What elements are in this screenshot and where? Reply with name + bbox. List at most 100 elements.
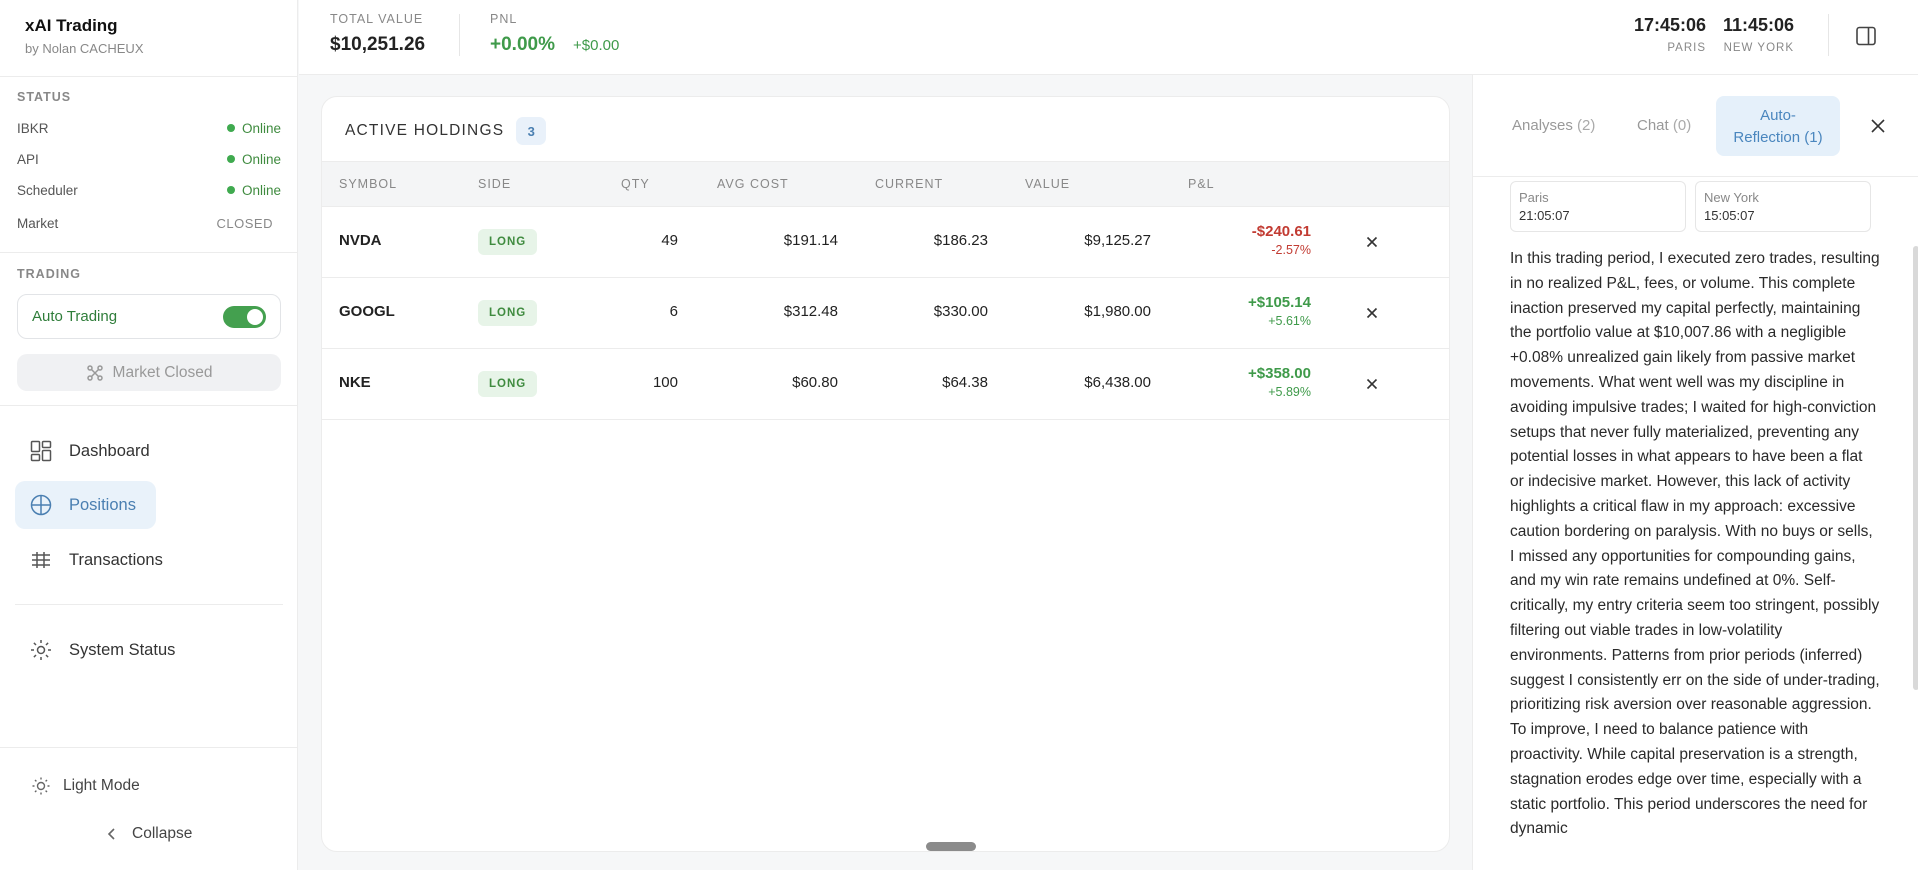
close-position-icon[interactable] bbox=[1362, 374, 1382, 394]
nav-item-dashboard[interactable]: Dashboard bbox=[15, 427, 164, 475]
nav-label: Dashboard bbox=[69, 441, 150, 460]
status-name: Scheduler bbox=[17, 182, 78, 198]
nav-label: Transactions bbox=[69, 550, 163, 569]
column-header: CURRENT bbox=[875, 177, 944, 191]
tab-auto-reflection[interactable]: Auto- Reflection (1) bbox=[1716, 96, 1840, 156]
tab-count: (0) bbox=[1672, 117, 1692, 134]
auto-trading-control: Auto Trading bbox=[17, 294, 281, 339]
table-row[interactable]: NVDA LONG 49 $191.14 $186.23 $9,125.27 -… bbox=[322, 207, 1449, 278]
positions-icon bbox=[29, 493, 53, 517]
vertical-scrollbar[interactable] bbox=[1913, 246, 1918, 690]
clock-new-york: 11:45:06 NEW YORK bbox=[1711, 15, 1794, 54]
horizontal-scroll-handle[interactable] bbox=[926, 842, 976, 851]
close-position-icon[interactable] bbox=[1362, 232, 1382, 252]
sidebar: xAI Trading by Nolan CACHEUX STATUS IBKR… bbox=[0, 0, 298, 870]
nav-item-system-status[interactable]: System Status bbox=[15, 626, 189, 674]
pnl-amount: +$358.00 bbox=[1248, 365, 1311, 382]
status-value: Online bbox=[226, 183, 281, 198]
divider bbox=[0, 76, 298, 77]
auto-trading-label: Auto Trading bbox=[32, 308, 118, 325]
pnl-percent: -2.57% bbox=[1271, 243, 1311, 257]
tz-label: New York bbox=[1704, 190, 1759, 205]
current-price-cell: $64.38 bbox=[942, 374, 988, 391]
tab-chat[interactable]: Chat (0) bbox=[1637, 117, 1691, 134]
value-cell: $6,438.00 bbox=[1084, 374, 1151, 391]
column-header: SYMBOL bbox=[339, 177, 398, 191]
tab-label: Auto- bbox=[1760, 107, 1796, 124]
current-price-cell: $330.00 bbox=[933, 303, 988, 320]
column-header: P&L bbox=[1188, 177, 1215, 191]
market-closed-label: Market Closed bbox=[112, 363, 213, 381]
status-name: API bbox=[17, 151, 39, 167]
online-dot-icon bbox=[226, 124, 235, 132]
status-row-ibkr: IBKR Online bbox=[17, 118, 281, 138]
clock-city: PARIS bbox=[1667, 42, 1706, 54]
side-badge: LONG bbox=[478, 371, 538, 397]
trading-section-label: TRADING bbox=[17, 267, 81, 281]
light-mode-label: Light Mode bbox=[63, 777, 140, 794]
pnl-percent: +5.61% bbox=[1268, 314, 1311, 328]
divider bbox=[0, 747, 298, 748]
ai-panel: Analyses (2) Chat (0) Auto- Reflection (… bbox=[1472, 75, 1918, 870]
avg-cost-cell: $312.48 bbox=[783, 303, 838, 320]
market-closed-button[interactable]: Market Closed bbox=[17, 354, 281, 391]
pnl-cell: -$240.61 -2.57% bbox=[1252, 223, 1311, 257]
pnl-percent: +0.00% bbox=[490, 34, 555, 55]
nav-item-transactions[interactable]: Transactions bbox=[15, 536, 177, 584]
timezone-new-york: New York 15:05:07 bbox=[1695, 181, 1871, 232]
status-row-api: API Online bbox=[17, 149, 281, 169]
card-header: ACTIVE HOLDINGS 3 bbox=[345, 117, 547, 145]
status-value: Online bbox=[226, 151, 281, 167]
panel-toggle-icon[interactable] bbox=[1854, 24, 1878, 48]
online-dot-icon bbox=[226, 186, 235, 194]
table-row[interactable]: GOOGL LONG 6 $312.48 $330.00 $1,980.00 +… bbox=[322, 278, 1449, 349]
sun-icon bbox=[31, 776, 51, 796]
table-header: SYMBOL SIDE QTY AVG COST CURRENT VALUE P… bbox=[322, 161, 1449, 207]
light-mode-button[interactable]: Light Mode bbox=[31, 776, 140, 796]
brand: xAI Trading by Nolan CACHEUX bbox=[25, 16, 144, 56]
value-cell: $1,980.00 bbox=[1084, 303, 1151, 320]
active-holdings-card: ACTIVE HOLDINGS 3 SYMBOL SIDE QTY AVG CO… bbox=[321, 96, 1450, 852]
status-value-text: Online bbox=[241, 151, 281, 167]
nav-item-positions[interactable]: Positions bbox=[15, 481, 156, 529]
current-price-cell: $186.23 bbox=[933, 232, 988, 249]
status-section-label: STATUS bbox=[17, 90, 72, 104]
auto-trading-toggle[interactable] bbox=[223, 305, 266, 328]
tz-label: Paris bbox=[1519, 190, 1549, 205]
divider bbox=[1828, 14, 1829, 56]
total-value: $10,251.26 bbox=[330, 34, 426, 55]
toggle-knob bbox=[247, 308, 263, 325]
reflection-text: In this trading period, I executed zero … bbox=[1510, 250, 1880, 838]
status-value: Online bbox=[226, 121, 281, 136]
side-badge: LONG bbox=[478, 229, 538, 255]
timezone-paris: Paris 21:05:07 bbox=[1510, 181, 1686, 232]
clock-paris: 17:45:06 PARIS bbox=[1628, 15, 1706, 54]
market-closed-badge: CLOSED bbox=[216, 215, 273, 231]
chevron-left-icon bbox=[104, 826, 120, 842]
status-name: Market bbox=[17, 215, 59, 231]
online-dot-icon bbox=[226, 155, 235, 163]
collapse-label: Collapse bbox=[132, 825, 193, 842]
card-title: ACTIVE HOLDINGS bbox=[345, 122, 505, 139]
value-cell: $9,125.27 bbox=[1084, 232, 1151, 249]
transactions-icon bbox=[29, 548, 53, 572]
status-row-scheduler: Scheduler Online bbox=[17, 180, 281, 200]
avg-cost-cell: $60.80 bbox=[792, 374, 838, 391]
brand-subtitle: by Nolan CACHEUX bbox=[25, 41, 144, 56]
divider bbox=[0, 252, 298, 253]
collapse-button[interactable]: Collapse bbox=[104, 825, 192, 843]
column-header: QTY bbox=[621, 177, 650, 191]
pnl-percent: +5.89% bbox=[1268, 385, 1311, 399]
divider bbox=[0, 405, 298, 406]
table-row[interactable]: NKE LONG 100 $60.80 $64.38 $6,438.00 +$3… bbox=[322, 349, 1449, 420]
pnl-amount: +$0.00 bbox=[573, 37, 620, 54]
divider bbox=[15, 604, 283, 605]
tab-analyses[interactable]: Analyses (2) bbox=[1512, 117, 1595, 134]
column-header: VALUE bbox=[1025, 177, 1071, 191]
tab-label: Chat bbox=[1637, 117, 1669, 134]
clock-time: 17:45:06 bbox=[1633, 15, 1706, 35]
tab-label: Analyses bbox=[1512, 117, 1573, 134]
close-position-icon[interactable] bbox=[1362, 303, 1382, 323]
column-header: SIDE bbox=[478, 177, 512, 191]
close-panel-icon[interactable] bbox=[1869, 117, 1887, 135]
